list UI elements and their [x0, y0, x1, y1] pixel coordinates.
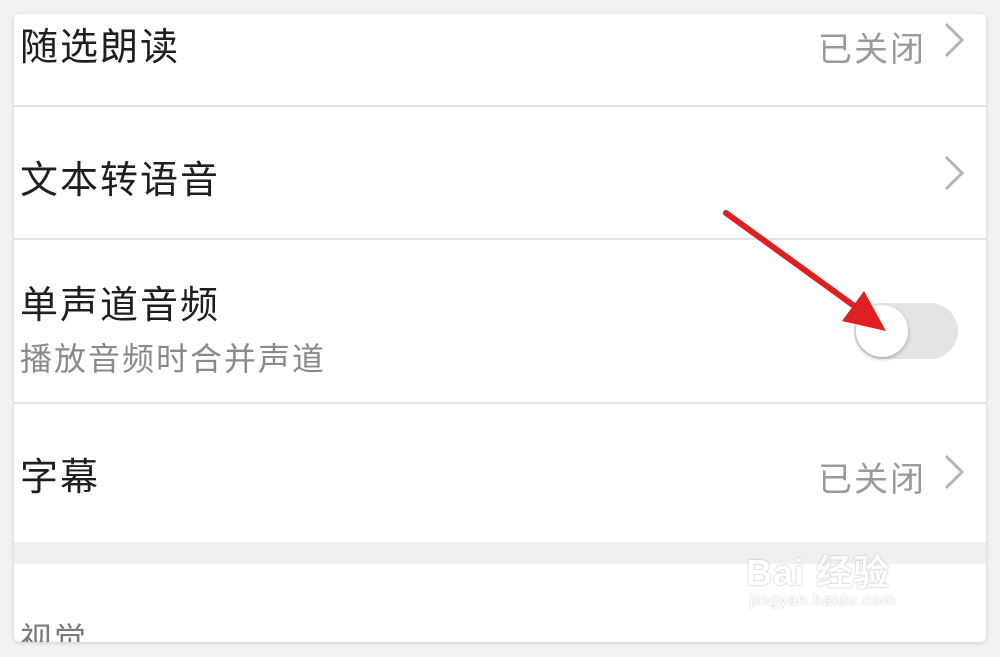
watermark-url: jingyan.baidu.com [750, 592, 896, 609]
red-arrow-icon [723, 210, 886, 331]
chevron-right-icon [944, 155, 965, 191]
setting-title: 字幕 [20, 455, 101, 499]
chevron-right-icon [944, 22, 965, 58]
setting-title: 随选朗读 [20, 25, 181, 69]
setting-status-value: 已关闭 [818, 460, 926, 500]
setting-status-value: 已关闭 [818, 30, 926, 70]
screenshot-frame: 随选朗读 已关闭 文本转语音 单声道音频 播放音频时合并声道 字幕 已关闭 视觉… [0, 0, 1000, 657]
setting-title: 单声道音频 [20, 283, 221, 327]
baidu-watermark: Bai 经验 jingyan.baidu.com [746, 544, 946, 624]
setting-subtitle: 播放音频时合并声道 [20, 340, 327, 378]
settings-screen: 随选朗读 已关闭 文本转语音 单声道音频 播放音频时合并声道 字幕 已关闭 视觉… [14, 14, 986, 642]
section-label: 视觉 [20, 620, 89, 642]
setting-row-captions[interactable]: 字幕 已关闭 [14, 404, 986, 542]
setting-row-select-to-speak[interactable]: 随选朗读 已关闭 [14, 14, 986, 106]
watermark-logo: Bai 经验 [746, 552, 891, 593]
chevron-right-icon [944, 454, 965, 490]
setting-title: 文本转语音 [20, 158, 221, 202]
